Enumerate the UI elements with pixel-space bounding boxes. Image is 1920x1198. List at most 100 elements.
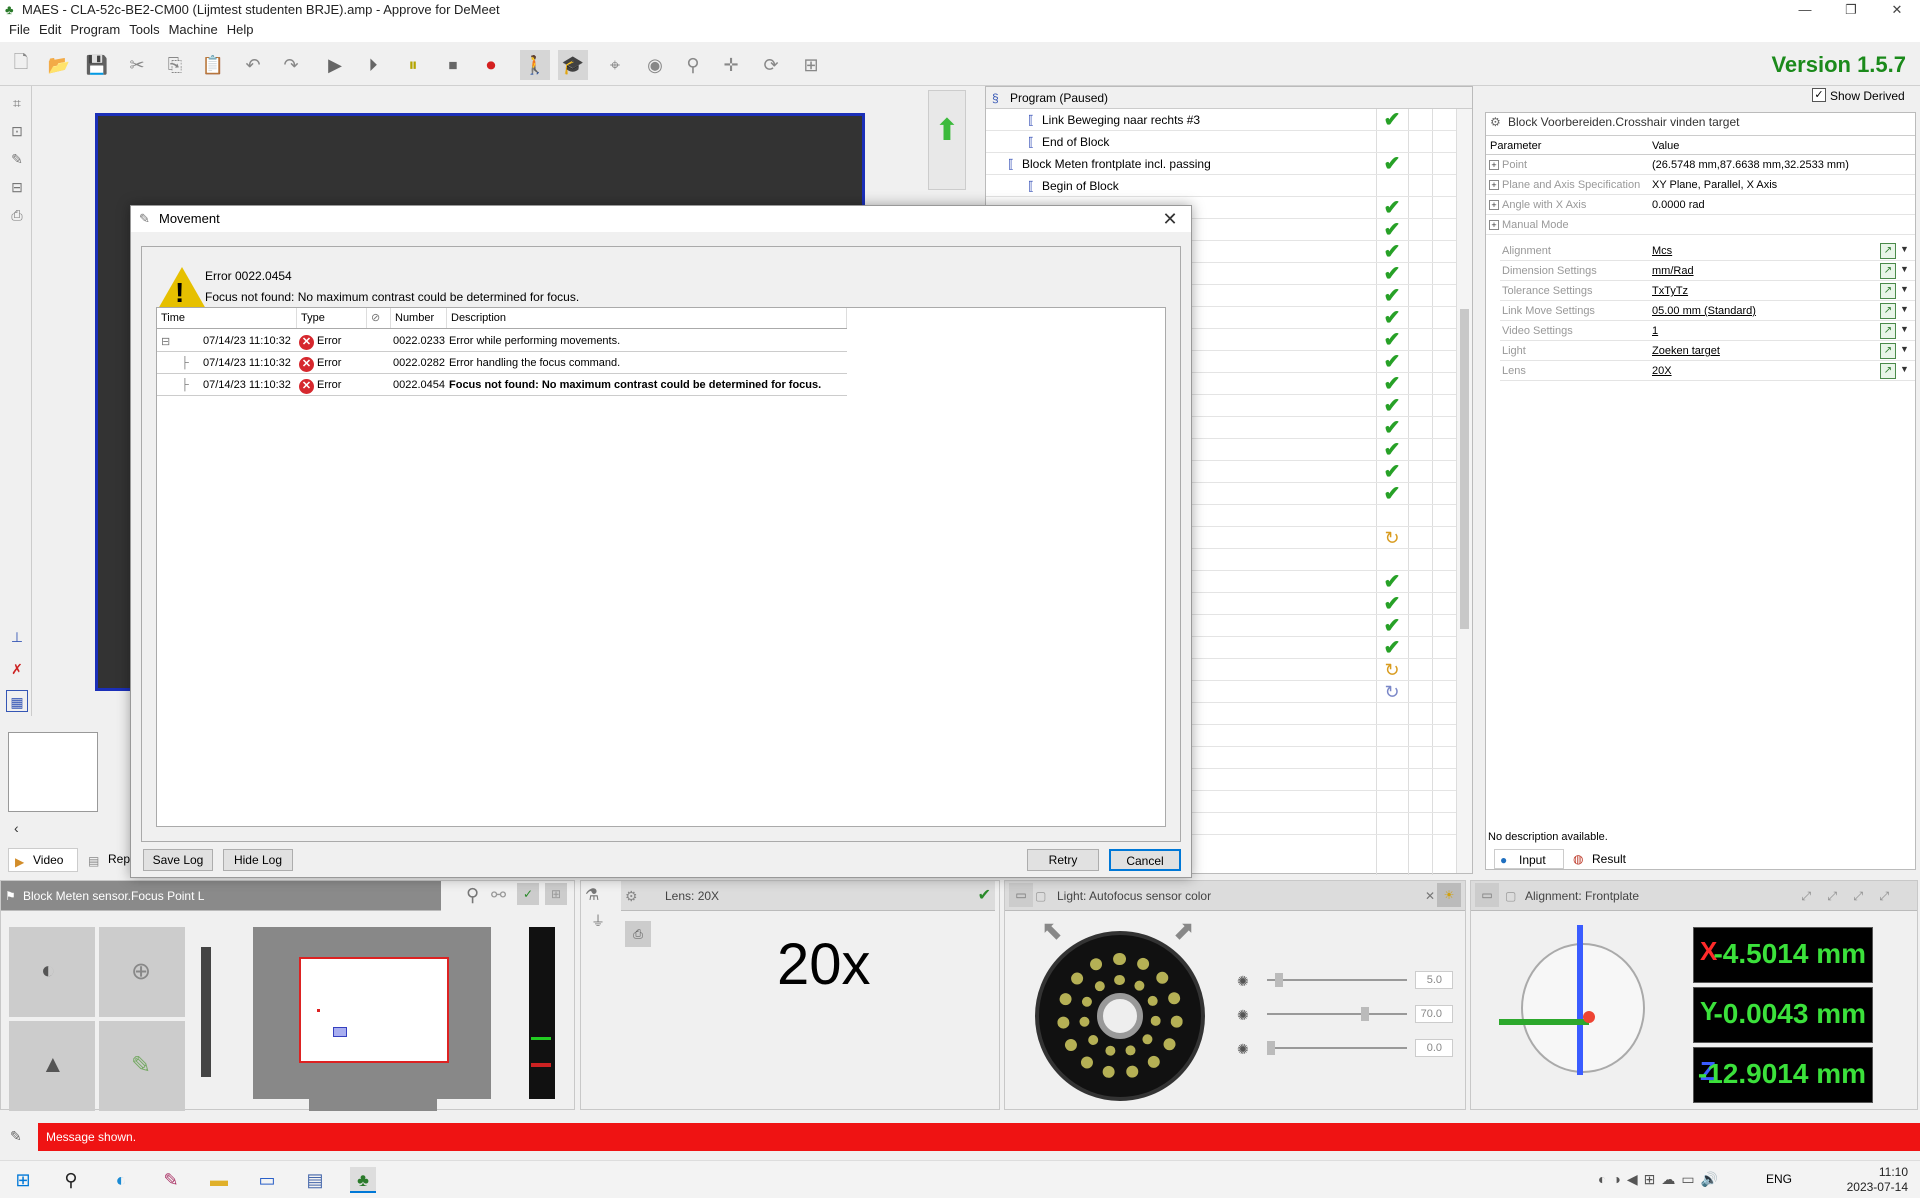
menu-edit[interactable]: Edit: [39, 20, 61, 40]
teach-icon[interactable]: 🎓: [558, 50, 588, 80]
tab-result[interactable]: ◍ Result: [1568, 849, 1638, 869]
cut-icon[interactable]: ✂: [122, 50, 152, 80]
setting-row[interactable]: Tolerance Settings TxTyTz ↗ ▼: [1500, 281, 1915, 301]
coax-light-value[interactable]: 70.0: [1415, 1005, 1453, 1023]
dropdown-icon[interactable]: ▼: [1900, 284, 1909, 294]
undo-icon[interactable]: ↶: [238, 50, 268, 80]
pause-icon[interactable]: ⏸: [398, 50, 428, 80]
fit-icon[interactable]: ⊡: [6, 120, 28, 142]
setting-row[interactable]: Lens 20X ↗ ▼: [1500, 361, 1915, 381]
menu-tools[interactable]: Tools: [129, 20, 159, 40]
back-slider-track[interactable]: [1267, 1041, 1407, 1055]
edit-setting-icon[interactable]: ↗: [1880, 303, 1896, 319]
col-type[interactable]: Type: [297, 308, 367, 328]
ring-light[interactable]: [1035, 931, 1205, 1101]
align-tool-1-icon[interactable]: ⤢: [1801, 881, 1811, 911]
align-icon[interactable]: ⊟: [6, 176, 28, 198]
focus-link-icon[interactable]: ⚯: [491, 885, 506, 906]
edge-browser-icon[interactable]: ◐: [108, 1167, 134, 1193]
setting-value[interactable]: Zoeken target: [1652, 345, 1720, 357]
dropdown-icon[interactable]: ▼: [1900, 244, 1909, 254]
paint-icon[interactable]: ✎: [158, 1167, 184, 1193]
focus-check-icon[interactable]: ✓: [517, 883, 539, 905]
probe-icon[interactable]: ⌖: [600, 50, 630, 80]
expand-icon[interactable]: +: [1489, 220, 1499, 230]
minimize-icon[interactable]: —: [1782, 0, 1828, 20]
align-tool-4-icon[interactable]: ⤢: [1879, 881, 1889, 911]
dropdown-icon[interactable]: ▼: [1900, 344, 1909, 354]
tree-row[interactable]: ⟦ Begin of Block: [986, 175, 1456, 197]
new-file-icon[interactable]: 🗋: [6, 50, 36, 80]
menu-program[interactable]: Program: [70, 20, 120, 40]
setting-row[interactable]: Dimension Settings mm/Rad ↗ ▼: [1500, 261, 1915, 281]
open-folder-icon[interactable]: 📂: [44, 50, 74, 80]
ring-light-center[interactable]: [1097, 993, 1143, 1039]
lens-slider-icon[interactable]: ⏚: [591, 911, 605, 931]
save-icon[interactable]: 💾: [82, 50, 112, 80]
log-row[interactable]: ├ 07/14/23 11:10:32 ✕ Error 0022.0282 Error h…: [157, 352, 847, 374]
edit-setting-icon[interactable]: ↗: [1880, 323, 1896, 339]
scroll-left-icon[interactable]: ‹: [14, 820, 19, 836]
menu-file[interactable]: File: [9, 20, 30, 40]
menu-machine[interactable]: Machine: [169, 20, 218, 40]
focus-disabled-icon[interactable]: ⊞: [545, 883, 567, 905]
edit-setting-icon[interactable]: ↗: [1880, 263, 1896, 279]
autofocus-button[interactable]: ◐: [9, 927, 95, 1017]
ring-slider-track[interactable]: [1267, 973, 1407, 987]
abort-icon[interactable]: ⏺: [476, 50, 506, 80]
run-icon[interactable]: ▶: [320, 50, 350, 80]
col-number[interactable]: Number: [391, 308, 447, 328]
camera-icon[interactable]: ◉: [640, 50, 670, 80]
ring-light-value[interactable]: 5.0: [1415, 971, 1453, 989]
dialog-close-icon[interactable]: ✕: [1157, 206, 1183, 232]
dropdown-icon[interactable]: ▼: [1900, 364, 1909, 374]
setting-value[interactable]: 20X: [1652, 365, 1672, 377]
setting-value[interactable]: 1: [1652, 325, 1658, 337]
move-up-arrow-icon[interactable]: ⬆: [928, 90, 966, 190]
search-icon[interactable]: ⚲: [58, 1167, 84, 1193]
expand-icon[interactable]: +: [1489, 200, 1499, 210]
light-off-icon[interactable]: ✕: [1425, 881, 1435, 911]
file-explorer-icon[interactable]: ▬: [206, 1167, 232, 1193]
coax-slider-track[interactable]: [1267, 1007, 1407, 1021]
language-indicator[interactable]: ENG: [1766, 1172, 1792, 1186]
clock[interactable]: 11:10 2023-07-14: [1847, 1165, 1908, 1195]
windows-start-icon[interactable]: ⊞: [10, 1167, 36, 1193]
tool-b-icon[interactable]: ✗: [6, 658, 28, 680]
lens-camera-icon[interactable]: ⎙: [625, 921, 651, 947]
edit-setting-icon[interactable]: ↗: [1880, 243, 1896, 259]
probe-button[interactable]: ✎: [99, 1021, 185, 1111]
collapse-icon[interactable]: ⊟: [161, 335, 170, 348]
copy-icon[interactable]: ⎘: [160, 50, 190, 80]
col-description[interactable]: Description: [447, 308, 847, 328]
maes-app-icon[interactable]: ♣: [350, 1167, 376, 1193]
redo-icon[interactable]: ↷: [276, 50, 306, 80]
tree-row[interactable]: ⟦ End of Block: [986, 131, 1456, 153]
save-log-button[interactable]: Save Log: [143, 849, 213, 871]
back-light-value[interactable]: 0.0: [1415, 1039, 1453, 1057]
setting-value[interactable]: 05.00 mm (Standard): [1652, 305, 1756, 317]
setting-row[interactable]: Light Zoeken target ↗ ▼: [1500, 341, 1915, 361]
expand-icon[interactable]: +: [1489, 160, 1499, 170]
tree-row[interactable]: ⟦ Block Meten frontplate incl. passing ✔: [986, 153, 1456, 175]
tab-report[interactable]: ▤ Rep: [82, 848, 132, 872]
setting-row[interactable]: Alignment Mcs ↗ ▼: [1500, 241, 1915, 261]
param-value[interactable]: XY Plane, Parallel, X Axis: [1652, 179, 1777, 191]
log-row[interactable]: ├ 07/14/23 11:10:32 ✕ Error 0022.0454 Focus n…: [157, 374, 847, 396]
remote-desktop-icon[interactable]: ▭: [254, 1167, 280, 1193]
light-lock-icon[interactable]: ▭: [1009, 883, 1033, 907]
tab-input[interactable]: ● Input: [1494, 849, 1564, 869]
param-value[interactable]: (26.5748 mm,87.6638 mm,32.2533 mm): [1652, 159, 1849, 171]
edit-setting-icon[interactable]: ↗: [1880, 283, 1896, 299]
menu-help[interactable]: Help: [227, 20, 254, 40]
log-row[interactable]: ⊟ 07/14/23 11:10:32 ✕ Error 0022.0233 Error w…: [157, 330, 847, 352]
export-icon[interactable]: ⎙: [6, 204, 28, 226]
setting-row[interactable]: Link Move Settings 05.00 mm (Standard) ↗ ▼: [1500, 301, 1915, 321]
rotate-right-icon[interactable]: ⬈: [1173, 915, 1195, 946]
param-row[interactable]: + Manual Mode: [1486, 215, 1915, 235]
setting-value[interactable]: Mcs: [1652, 245, 1672, 257]
zoom-icon[interactable]: ⚲: [678, 50, 708, 80]
coax-slider-thumb[interactable]: [1361, 1007, 1369, 1021]
close-icon[interactable]: ✕: [1874, 0, 1920, 20]
eraser-icon[interactable]: ✎: [6, 148, 28, 170]
